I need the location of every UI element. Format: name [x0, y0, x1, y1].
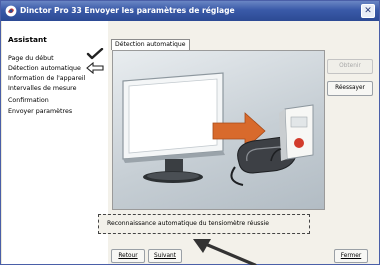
back-button-label: Retour	[118, 253, 138, 259]
tab-detection-automatique[interactable]: Détection automatique	[111, 39, 190, 50]
sidebar-item-page-du-debut[interactable]: Page du début	[8, 55, 54, 62]
close-button[interactable]: Fermer	[334, 249, 368, 263]
next-button[interactable]: Suivant	[148, 249, 182, 263]
app-window: Dinctor Pro 33 Envoyer les paramètres de…	[0, 0, 380, 265]
wizard-sidebar: Assistant Page du début Détection automa…	[2, 21, 108, 264]
close-icon: ✕	[364, 6, 372, 16]
illustration-art	[122, 72, 314, 186]
detection-illustration	[112, 50, 325, 210]
sidebar-heading: Assistant	[8, 35, 47, 44]
monitor-icon	[122, 72, 225, 183]
checkmark-icon	[86, 48, 104, 60]
sidebar-item-information-appareil[interactable]: Information de l'appareil	[8, 75, 85, 82]
blood-pressure-monitor-icon	[230, 104, 314, 186]
status-message: Reconnaissance automatique du tensiomètr…	[107, 220, 269, 227]
arrow-left-icon	[86, 62, 104, 74]
status-message-box: Reconnaissance automatique du tensiomètr…	[98, 214, 310, 234]
sidebar-item-intervalles-mesure[interactable]: Intervalles de mesure	[8, 85, 77, 92]
obtenir-button[interactable]: Obtenir	[327, 59, 373, 74]
sidebar-item-detection-automatique[interactable]: Détection automatique	[8, 65, 81, 72]
window-title: Dinctor Pro 33 Envoyer les paramètres de…	[20, 6, 235, 15]
back-button[interactable]: Retour	[111, 249, 145, 263]
reessayer-button[interactable]: Réessayer	[327, 81, 373, 96]
close-window-button[interactable]: ✕	[361, 4, 375, 18]
sidebar-item-confirmation[interactable]: Confirmation	[8, 97, 49, 104]
close-button-label: Fermer	[340, 253, 362, 259]
title-bar[interactable]: Dinctor Pro 33 Envoyer les paramètres de…	[1, 1, 379, 21]
sidebar-item-envoyer-parametres[interactable]: Envoyer paramètres	[8, 108, 72, 115]
annotation-arrow-icon	[193, 239, 257, 265]
main-panel: Détection automatique Obtenir Réessayer …	[98, 21, 379, 264]
next-button-label: Suivant	[154, 253, 176, 259]
app-logo-icon	[5, 5, 17, 17]
